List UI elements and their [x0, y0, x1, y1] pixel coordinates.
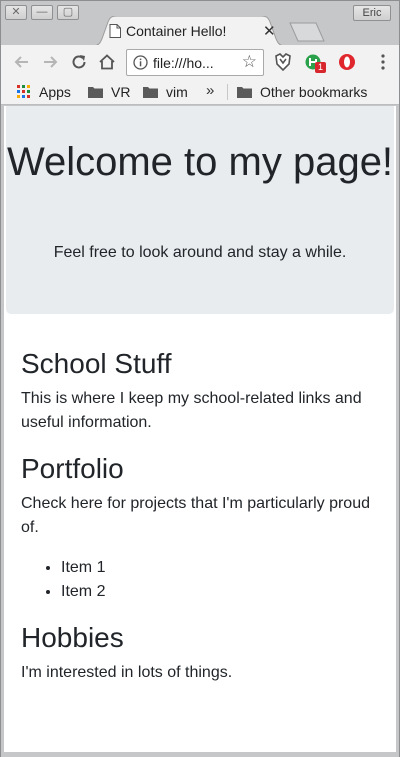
window-minimize-button[interactable]: —	[31, 5, 53, 20]
list-item: Item 2	[61, 580, 105, 604]
shield-extension-icon[interactable]	[274, 53, 292, 71]
portfolio-list: Item 1 Item 2	[61, 556, 105, 604]
bookmark-label: Other bookmarks	[260, 84, 368, 100]
section-body-school: This is where I keep my school-related l…	[21, 390, 362, 431]
window-bottom-frame	[1, 752, 399, 757]
forward-arrow-icon	[44, 56, 58, 68]
bookmark-star-icon[interactable]: ☆	[242, 52, 257, 72]
tab-strip: ✕ — ▢ Container Hello! ✕ Eric	[1, 1, 399, 46]
bookmark-label: Apps	[39, 84, 71, 100]
folder-icon	[143, 87, 158, 98]
browser-window: ✕ — ▢ Container Hello! ✕ Eric file:///ho…	[0, 0, 400, 757]
kebab-menu-icon[interactable]	[381, 54, 385, 70]
tab-close-icon[interactable]: ✕	[263, 22, 276, 40]
section-heading-portfolio: Portfolio	[21, 453, 124, 484]
back-arrow-icon	[14, 56, 28, 68]
minimize-icon: —	[36, 6, 48, 18]
bookmarks-bar: Apps VR vim » Other bookmarks	[1, 79, 399, 105]
section-body-hobbies: I'm interested in lots of things.	[21, 664, 233, 681]
bookmark-apps[interactable]: Apps	[17, 83, 71, 101]
bookmark-folder-vr[interactable]: VR	[88, 83, 130, 101]
url-text[interactable]: file:///ho...	[153, 55, 214, 71]
section-body-portfolio: Check here for projects that I'm particu…	[21, 495, 370, 536]
window-maximize-button[interactable]: ▢	[57, 5, 79, 20]
address-bar[interactable]: file:///ho... ☆	[126, 49, 264, 76]
new-tab-button[interactable]	[289, 22, 325, 42]
extension-badge-button[interactable]: 1	[304, 53, 328, 73]
bookmark-label: vim	[166, 84, 188, 100]
bookmark-folder-other[interactable]: Other bookmarks	[237, 83, 367, 101]
info-icon[interactable]	[133, 55, 148, 70]
jumbotron: Welcome to my page! Feel free to look ar…	[6, 106, 394, 314]
bookmark-label: VR	[111, 84, 131, 100]
forward-button[interactable]	[39, 51, 61, 73]
window-close-button[interactable]: ✕	[5, 5, 27, 20]
apps-grid-icon	[17, 85, 30, 98]
extension-badge-count: 1	[315, 62, 326, 73]
bookmark-folder-vim[interactable]: vim	[143, 83, 188, 101]
list-item: Item 1	[61, 556, 105, 580]
profile-button[interactable]: Eric	[353, 5, 391, 21]
section-heading-hobbies: Hobbies	[21, 622, 124, 653]
bookmarks-overflow-icon[interactable]: »	[206, 82, 214, 99]
home-icon	[99, 54, 115, 70]
opera-extension-icon[interactable]	[338, 53, 356, 71]
folder-icon	[88, 87, 103, 98]
back-button[interactable]	[11, 51, 33, 73]
maximize-icon: ▢	[62, 6, 74, 18]
close-icon: ✕	[11, 6, 21, 18]
folder-icon	[237, 87, 252, 98]
page-viewport: Welcome to my page! Feel free to look ar…	[4, 106, 396, 752]
section-heading-school: School Stuff	[21, 348, 172, 379]
page-title: Welcome to my page!	[6, 140, 394, 184]
home-button[interactable]	[96, 51, 118, 73]
toolbar: file:///ho... ☆ 1	[1, 45, 399, 79]
page-subtitle: Feel free to look around and stay a whil…	[53, 244, 347, 261]
tab-active[interactable]: Container Hello! ✕	[93, 16, 285, 46]
reload-icon	[72, 55, 86, 69]
reload-button[interactable]	[68, 51, 90, 73]
document-icon	[109, 24, 121, 38]
bookmarks-divider	[227, 84, 228, 100]
tab-title: Container Hello!	[126, 23, 227, 39]
